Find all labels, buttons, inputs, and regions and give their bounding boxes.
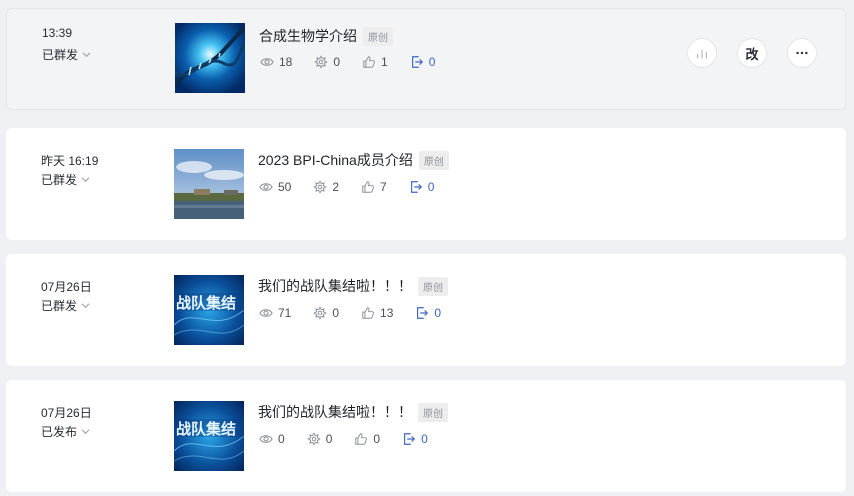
status-dropdown[interactable]: 已群发 bbox=[41, 297, 90, 314]
share-icon bbox=[410, 181, 422, 193]
article-card[interactable]: 昨天 16:19 已群发 2023 BPI-China成员介绍 原创 50 2 … bbox=[6, 128, 846, 240]
article-date: 13:39 bbox=[42, 26, 73, 40]
chevron-down-icon bbox=[81, 429, 90, 435]
original-badge: 原创 bbox=[418, 150, 449, 170]
status-dropdown[interactable]: 已群发 bbox=[41, 171, 90, 188]
chevron-down-icon bbox=[81, 303, 90, 309]
share-icon bbox=[417, 307, 429, 319]
article-card[interactable]: 13:39 已群发 合成生物学介绍 原创 18 0 1 0 改 bbox=[6, 8, 846, 110]
flower-icon bbox=[313, 180, 327, 194]
more-button[interactable] bbox=[787, 38, 817, 68]
looks-stat: 0 bbox=[307, 432, 332, 446]
views-stat: 71 bbox=[259, 306, 291, 320]
eye-icon bbox=[259, 309, 273, 317]
team-poster-thumbnail[interactable]: 战队集结 bbox=[174, 401, 244, 471]
status-label: 已群发 bbox=[42, 48, 79, 62]
views-stat: 18 bbox=[260, 55, 292, 69]
thumbs-up-icon bbox=[362, 307, 375, 319]
status-dropdown[interactable]: 已发布 bbox=[41, 423, 90, 440]
original-badge: 原创 bbox=[418, 276, 448, 296]
bar-chart-icon bbox=[697, 49, 707, 59]
flower-icon bbox=[314, 55, 328, 69]
article-title[interactable]: 我们的战队集结啦！！！ bbox=[258, 402, 412, 422]
likes-stat: 0 bbox=[354, 432, 380, 446]
looks-stat: 0 bbox=[313, 306, 339, 320]
article-date: 07月26日 bbox=[41, 280, 92, 294]
looks-stat: 0 bbox=[314, 55, 340, 69]
likes-stat: 1 bbox=[362, 55, 388, 69]
team-poster-thumbnail[interactable]: 战队集结 bbox=[174, 275, 244, 345]
article-date: 昨天 16:19 bbox=[41, 154, 99, 168]
chevron-down-icon bbox=[81, 177, 90, 183]
chevron-down-icon bbox=[82, 52, 91, 58]
article-title[interactable]: 2023 BPI-China成员介绍 bbox=[258, 150, 413, 170]
share-stat: 0 bbox=[409, 180, 434, 194]
original-badge: 原创 bbox=[418, 402, 448, 422]
status-label: 已群发 bbox=[41, 299, 78, 313]
likes-stat: 13 bbox=[361, 306, 393, 320]
stats-button[interactable] bbox=[687, 38, 717, 68]
thumbs-up-icon bbox=[355, 433, 368, 445]
eye-icon bbox=[259, 183, 273, 191]
landscape-thumbnail[interactable] bbox=[174, 149, 244, 219]
views-stat: 0 bbox=[259, 432, 285, 446]
original-badge: 原创 bbox=[363, 26, 393, 46]
share-stat: 0 bbox=[402, 432, 428, 446]
thumbs-up-icon bbox=[363, 56, 376, 68]
status-label: 已群发 bbox=[41, 173, 78, 187]
more-icon bbox=[796, 51, 808, 55]
likes-stat: 7 bbox=[361, 180, 387, 194]
dna-thumbnail[interactable] bbox=[175, 23, 245, 93]
edit-button[interactable]: 改 bbox=[737, 38, 767, 68]
article-title[interactable]: 我们的战队集结啦！！！ bbox=[258, 276, 412, 296]
share-icon bbox=[404, 433, 416, 445]
status-label: 已发布 bbox=[41, 425, 78, 439]
article-date: 07月26日 bbox=[41, 406, 92, 420]
eye-icon bbox=[260, 58, 274, 66]
eye-icon bbox=[259, 435, 273, 443]
share-icon bbox=[411, 56, 423, 68]
article-card[interactable]: 07月26日 已发布 战队集结 我们的战队集结啦！！！ 原创 0 0 0 0 bbox=[6, 380, 846, 492]
article-title[interactable]: 合成生物学介绍 bbox=[259, 26, 357, 46]
looks-stat: 2 bbox=[313, 180, 339, 194]
svg-text:战队集结: 战队集结 bbox=[176, 420, 236, 438]
flower-icon bbox=[313, 306, 327, 320]
svg-text:战队集结: 战队集结 bbox=[176, 294, 236, 312]
status-dropdown[interactable]: 已群发 bbox=[42, 46, 91, 63]
flower-icon bbox=[307, 432, 321, 446]
share-stat: 0 bbox=[415, 306, 441, 320]
article-card[interactable]: 07月26日 已群发 战队集结 我们的战队集结啦！！！ 原创 71 0 13 0 bbox=[6, 254, 846, 366]
views-stat: 50 bbox=[259, 180, 291, 194]
thumbs-up-icon bbox=[362, 181, 375, 193]
share-stat: 0 bbox=[410, 55, 435, 69]
